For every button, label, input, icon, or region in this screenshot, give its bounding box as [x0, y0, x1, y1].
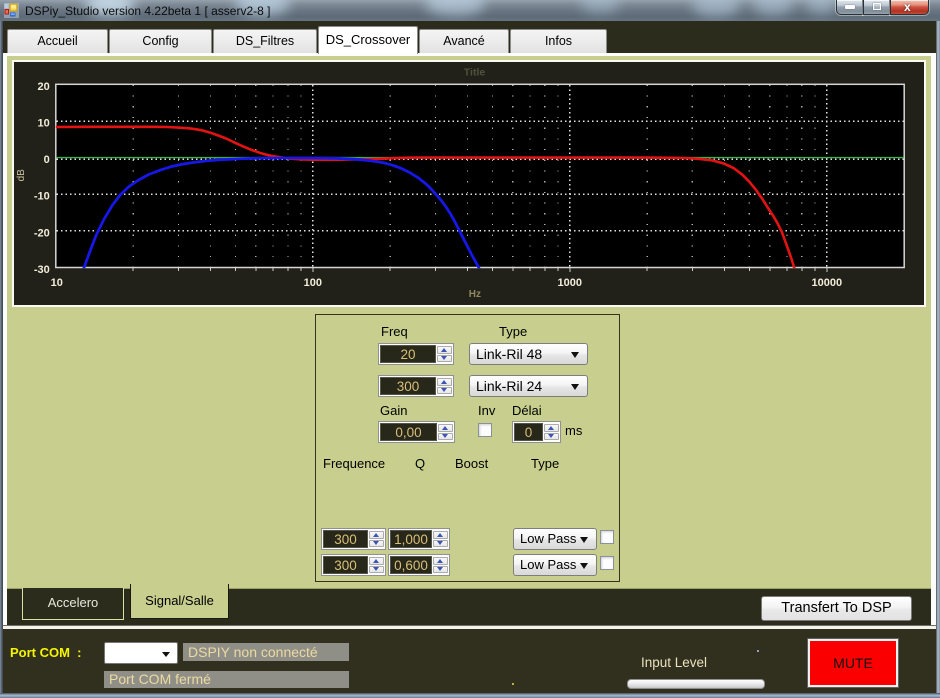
svg-text:100: 100 — [304, 277, 322, 289]
svg-text:0: 0 — [44, 154, 50, 166]
svg-text:20: 20 — [38, 81, 50, 93]
svg-text:10000: 10000 — [812, 277, 843, 289]
svg-text:10: 10 — [51, 277, 63, 289]
svg-text:10: 10 — [38, 118, 50, 130]
svg-text:-10: -10 — [34, 191, 50, 203]
svg-text:dB: dB — [16, 169, 27, 182]
svg-text:-20: -20 — [34, 227, 50, 239]
svg-text:Title: Title — [464, 66, 486, 78]
svg-text:Hz: Hz — [469, 289, 481, 300]
svg-text:1000: 1000 — [558, 277, 582, 289]
svg-text:-30: -30 — [34, 264, 50, 276]
